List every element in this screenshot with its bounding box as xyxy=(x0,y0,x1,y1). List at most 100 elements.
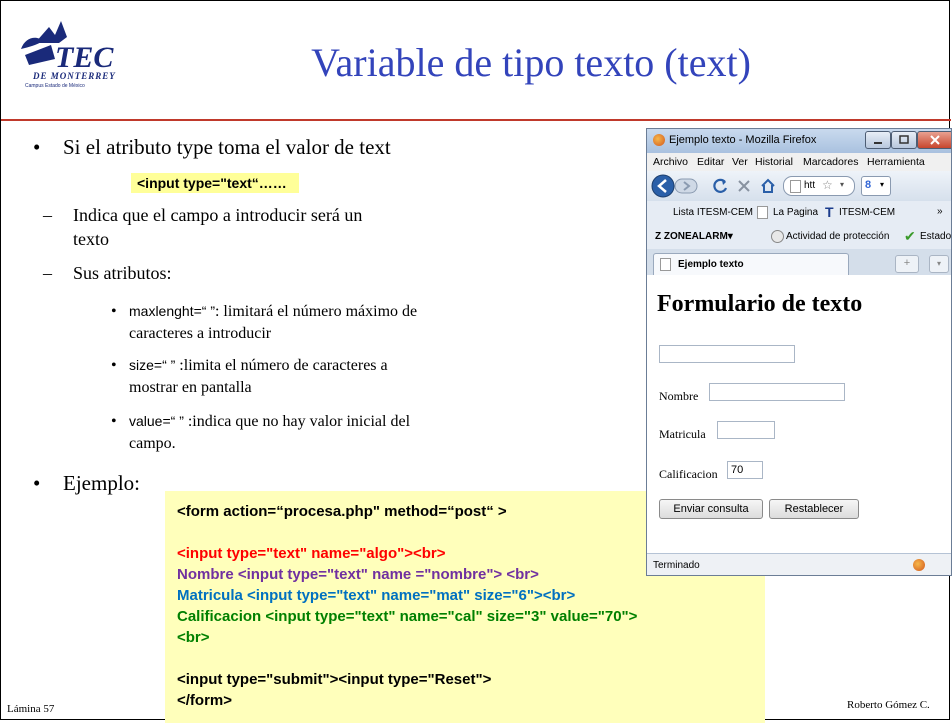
attr-desc: : limitará el número máximo de xyxy=(214,303,418,320)
menu-herramientas[interactable]: Herramienta xyxy=(867,156,925,168)
small-bullet: • xyxy=(111,413,117,430)
attr-text: caracteres a introducir xyxy=(129,325,272,342)
sub-bullet-text: Indica que el campo a introducir será un xyxy=(73,205,363,225)
chevron-down-icon[interactable]: ▾ xyxy=(840,180,844,189)
page-icon xyxy=(790,180,801,193)
attr-text: maxlenght=“ ”: limitará el número máximo… xyxy=(129,303,417,321)
code-line: Nombre <input type="text" name ="nombre"… xyxy=(177,566,539,583)
status-bar: Terminado xyxy=(647,553,951,575)
bullet-marker: • xyxy=(33,135,41,159)
attr-text: mostrar en pantalla xyxy=(129,379,252,396)
zone-activity[interactable]: Actividad de protección xyxy=(786,231,889,242)
inline-code: <input type="text“…… xyxy=(131,173,299,193)
submit-button[interactable]: Enviar consulta xyxy=(659,499,763,519)
zonealarm-logo: Z ZONEALARM▾ xyxy=(655,231,733,242)
sub-bullet-text: texto xyxy=(73,229,109,249)
bookmark-la-pagina[interactable]: La Pagina xyxy=(773,207,818,218)
attr-text: value=“ ” :indica que no hay valor inici… xyxy=(129,413,410,431)
tab-label: Ejemplo texto xyxy=(678,259,744,270)
dash-marker: – xyxy=(43,263,52,283)
attr-name: value=“ ” xyxy=(129,413,184,429)
back-forward-buttons[interactable] xyxy=(651,174,711,198)
url-bar[interactable]: htt ☆ ▾ xyxy=(783,176,855,196)
label-nombre: Nombre xyxy=(659,389,699,403)
bullet-text: Si el atributo type toma el valor de tex… xyxy=(63,135,391,159)
star-icon[interactable]: ☆ xyxy=(822,178,833,192)
google-icon: 8 xyxy=(865,179,872,191)
search-engine-button[interactable]: 8 ▾ xyxy=(861,176,891,196)
bullet-text: Ejemplo: xyxy=(63,471,140,495)
matricula-input[interactable] xyxy=(717,421,775,439)
title-rule xyxy=(1,119,951,121)
check-icon: ✔ xyxy=(904,228,916,244)
attr-desc: :limita el número de caracteres a xyxy=(175,357,388,374)
new-tab-button[interactable]: + xyxy=(895,255,919,273)
tab-bar: Ejemplo texto + ▾ xyxy=(647,249,951,275)
tab-list-button[interactable]: ▾ xyxy=(929,255,949,273)
bullet-marker: • xyxy=(33,471,41,495)
zonealarm-status-icon xyxy=(913,559,925,571)
algo-input[interactable] xyxy=(659,345,795,363)
attr-desc: :indica que no hay valor inicial del xyxy=(183,413,411,430)
page-icon xyxy=(757,206,768,219)
sub-bullet-text: Sus atributos: xyxy=(73,263,172,283)
code-line: <br> xyxy=(177,629,210,646)
label-matricula: Matricula xyxy=(659,427,706,441)
bookmark-lista-itesm[interactable]: Lista ITESM-CEM xyxy=(673,207,753,218)
tec-logo: TEC DE MONTERREY Campus Estado de México xyxy=(15,15,123,95)
attr-text: campo. xyxy=(129,435,176,452)
menu-ver[interactable]: Ver xyxy=(732,156,748,168)
zonealarm-toolbar: Z ZONEALARM▾ Actividad de protección ✔ E… xyxy=(647,225,951,250)
label-calificacion: Calificacion xyxy=(659,467,718,481)
reset-button[interactable]: Restablecer xyxy=(769,499,859,519)
attr-name: maxlenght=“ ” xyxy=(129,303,215,319)
home-icon[interactable] xyxy=(759,177,777,195)
minimize-button[interactable] xyxy=(865,131,891,149)
code-line: </form> xyxy=(177,692,233,709)
tab-ejemplo-texto[interactable]: Ejemplo texto xyxy=(653,253,849,275)
menu-marcadores[interactable]: Marcadores xyxy=(803,156,858,168)
url-text: htt xyxy=(804,180,816,191)
small-bullet: • xyxy=(111,357,117,374)
code-line: Matricula <input type="text" name="mat" … xyxy=(177,587,576,604)
firefox-icon xyxy=(653,134,665,146)
page-icon xyxy=(660,258,671,271)
author: Roberto Gómez C. xyxy=(847,699,930,711)
menu-editar[interactable]: Editar xyxy=(697,156,724,168)
logo-caption: Campus Estado de México xyxy=(25,83,85,89)
maximize-button[interactable] xyxy=(891,131,917,149)
dash-marker: – xyxy=(43,205,52,225)
page-heading: Formulario de texto xyxy=(657,291,863,317)
attr-text: size=“ ” :limita el número de caracteres… xyxy=(129,357,388,375)
zone-estado[interactable]: Estado xyxy=(920,231,951,242)
bookmarks-toolbar: Lista ITESM-CEM La Pagina T ITESM-CEM » xyxy=(647,201,951,225)
bookmark-itesm-cem[interactable]: ITESM-CEM xyxy=(839,207,895,218)
code-line: <form action=“procesa.php" method=“post“… xyxy=(177,503,507,520)
small-bullet: • xyxy=(111,303,117,320)
logo-text: TEC xyxy=(55,41,114,74)
calificacion-input[interactable] xyxy=(727,461,763,479)
status-text: Terminado xyxy=(653,560,700,571)
browser-titlebar: Ejemplo texto - Mozilla Firefox xyxy=(647,129,951,153)
menu-historial[interactable]: Historial xyxy=(755,156,793,168)
navigation-toolbar: htt ☆ ▾ 8 ▾ xyxy=(647,171,951,201)
logo-subtext: DE MONTERREY xyxy=(33,71,116,81)
code-line: Calificacion <input type="text" name="ca… xyxy=(177,608,638,625)
itesm-icon: T xyxy=(825,204,834,220)
activity-icon xyxy=(771,230,784,243)
reload-icon[interactable] xyxy=(713,178,729,194)
attr-name: size=“ ” xyxy=(129,357,176,373)
close-button[interactable] xyxy=(917,131,951,149)
browser-window: Ejemplo texto - Mozilla Firefox Archivo … xyxy=(646,128,952,576)
page-content: Formulario de texto Nombre Matricula Cal… xyxy=(647,275,951,553)
menu-archivo[interactable]: Archivo xyxy=(653,156,688,168)
stop-icon[interactable] xyxy=(737,179,751,193)
code-line: <input type="text" name="algo"><br> xyxy=(177,545,446,562)
slide-number: Lámina 57 xyxy=(7,703,55,715)
chevron-down-icon: ▾ xyxy=(880,180,885,189)
window-title: Ejemplo texto - Mozilla Firefox xyxy=(669,134,817,146)
more-bookmarks-icon[interactable]: » xyxy=(937,206,943,217)
zonealarm-z-icon: Z xyxy=(655,231,662,242)
nombre-input[interactable] xyxy=(709,383,845,401)
slide-title: Variable de tipo texto (text) xyxy=(311,40,751,85)
